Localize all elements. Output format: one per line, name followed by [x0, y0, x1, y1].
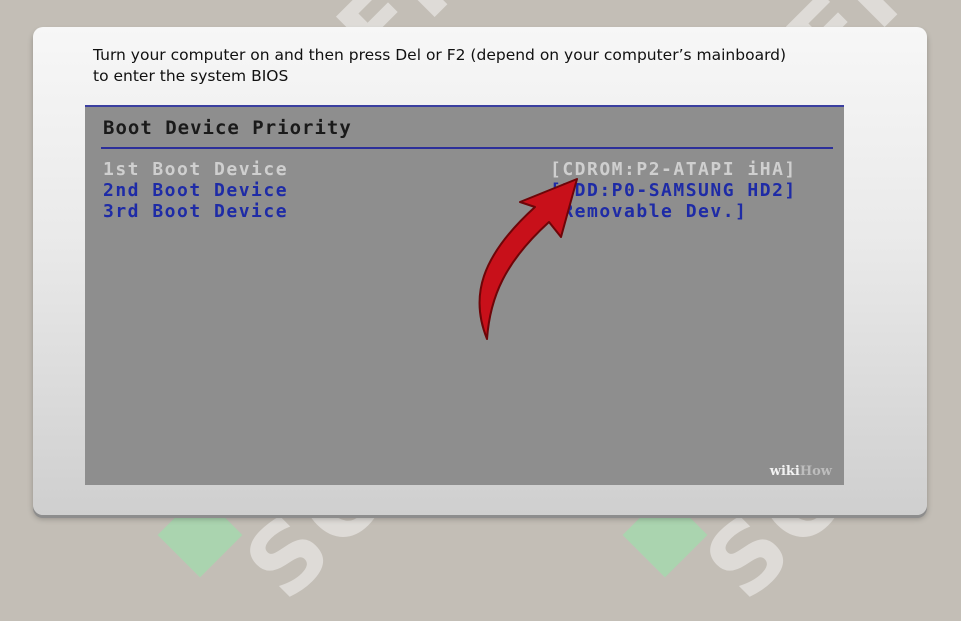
red-curved-arrow-icon: [478, 178, 578, 340]
wikihow-logo: wikiHow: [770, 464, 832, 479]
boot-device-label: 1st Boot Device: [103, 159, 289, 180]
boot-device-label: 2nd Boot Device: [103, 180, 289, 201]
caption-line-1: Turn your computer on and then press Del…: [93, 46, 787, 64]
bios-screenshot: Boot Device Priority 1st Boot Device [CD…: [85, 105, 844, 485]
wikihow-logo-part2: How: [799, 464, 832, 479]
instruction-caption: Turn your computer on and then press Del…: [93, 45, 873, 87]
bios-divider: [101, 147, 833, 149]
bios-title: Boot Device Priority: [103, 117, 352, 139]
caption-line-2: to enter the system BIOS: [93, 67, 289, 85]
slide-card: Turn your computer on and then press Del…: [33, 27, 927, 515]
boot-device-label: 3rd Boot Device: [103, 201, 289, 222]
wikihow-logo-part1: wiki: [769, 464, 800, 479]
